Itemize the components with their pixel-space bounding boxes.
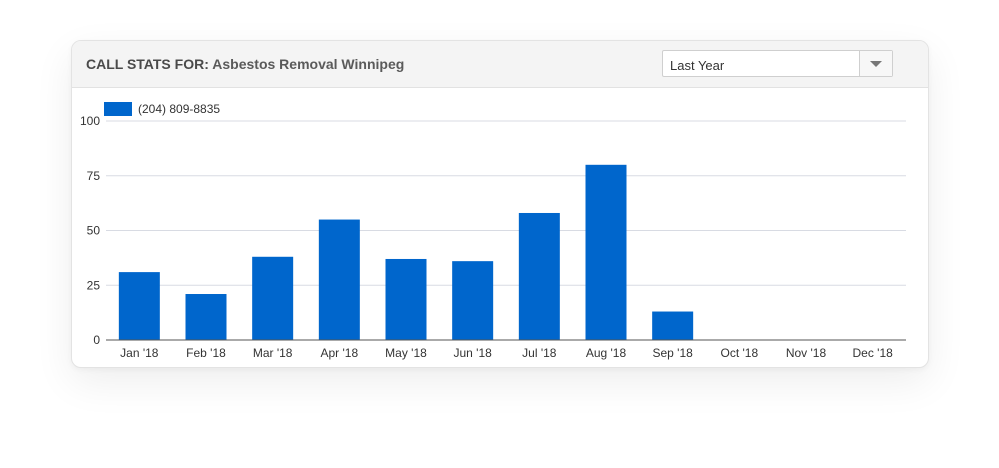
x-tick-label: Sep '18 (653, 346, 694, 360)
y-tick-label: 25 (87, 278, 101, 292)
bar (652, 311, 694, 340)
bar (252, 256, 294, 340)
bar (385, 258, 427, 340)
x-tick-label: Jul '18 (522, 346, 557, 360)
bar (318, 219, 360, 340)
x-tick-label: May '18 (385, 346, 427, 360)
x-tick-label: Mar '18 (253, 346, 293, 360)
x-tick-label: Apr '18 (321, 346, 359, 360)
bar-chart: 0 25 50 75 100 Jan '18 Feb '18 Mar '18 Apr '18 Ma… (80, 102, 906, 360)
y-tick-label: 100 (80, 114, 100, 128)
x-tick-label: Jan '18 (120, 346, 159, 360)
y-tick-label: 75 (87, 169, 101, 183)
x-tick-label: Nov '18 (786, 346, 827, 360)
x-tick-label: Aug '18 (586, 346, 627, 360)
bar (585, 164, 627, 340)
y-tick-label: 50 (87, 224, 101, 238)
bar (118, 272, 160, 340)
bar (518, 212, 560, 340)
y-tick-label: 0 (93, 333, 100, 347)
x-tick-label: Jun '18 (454, 346, 493, 360)
legend-swatch (104, 102, 132, 116)
bar (452, 261, 494, 340)
x-tick-label: Feb '18 (186, 346, 226, 360)
x-tick-label: Oct '18 (721, 346, 759, 360)
legend-label: (204) 809-8835 (138, 102, 220, 116)
bar (185, 294, 227, 340)
x-tick-label: Dec '18 (853, 346, 894, 360)
